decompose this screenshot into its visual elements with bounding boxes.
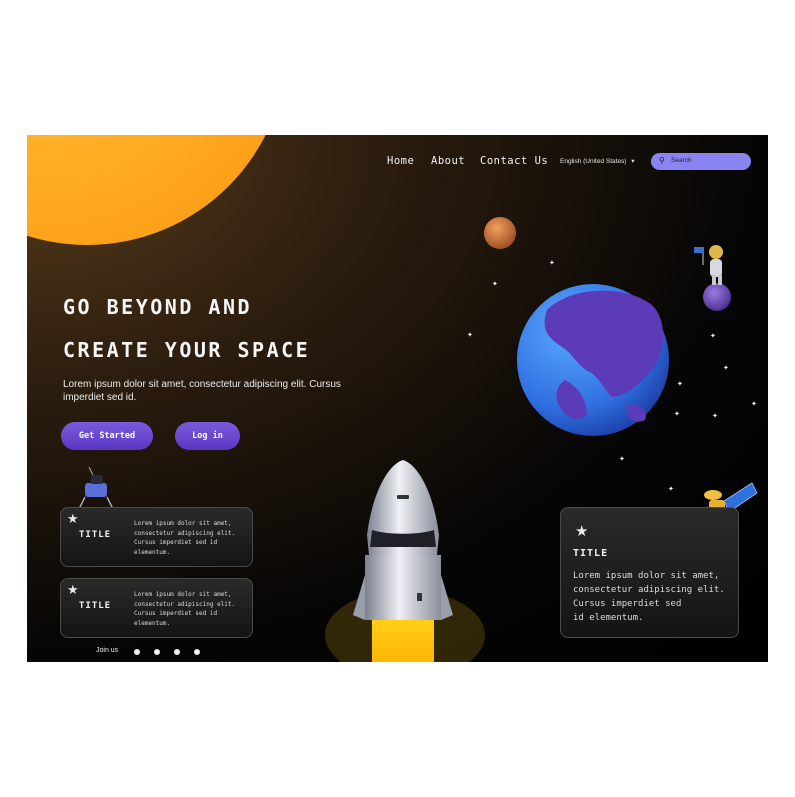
star-icon: ★ [575, 522, 589, 540]
star-icon: ★ [67, 583, 79, 598]
join-us-label: Join us [96, 647, 119, 654]
hero-frame: Home About Contact Us English (United St… [27, 135, 768, 662]
feature-card-large: ★ TITLE Lorem ipsum dolor sit amet, cons… [560, 507, 739, 638]
astronaut-on-moon [694, 245, 731, 311]
card-body: Lorem ipsum dolor sit amet, consectetur … [573, 571, 725, 623]
card-body: Lorem ipsum dolor sit amet, consectetur … [134, 591, 236, 627]
card-body: Lorem ipsum dolor sit amet, consectetur … [134, 520, 236, 556]
earth-globe [517, 284, 669, 436]
star-icon: ★ [67, 512, 79, 527]
twitter-icon[interactable] [154, 649, 160, 655]
lunar-lander [78, 466, 114, 510]
card-title: TITLE [573, 548, 609, 559]
youtube-icon[interactable] [194, 649, 200, 655]
card-title: TITLE [79, 601, 112, 611]
card-title: TITLE [79, 530, 112, 540]
instagram-icon[interactable] [174, 649, 180, 655]
feature-card: ★ TITLE Lorem ipsum dolor sit amet, cons… [60, 507, 253, 567]
feature-card: ★ TITLE Lorem ipsum dolor sit amet, cons… [60, 578, 253, 638]
facebook-icon[interactable] [134, 649, 140, 655]
mars-planet [484, 217, 516, 249]
